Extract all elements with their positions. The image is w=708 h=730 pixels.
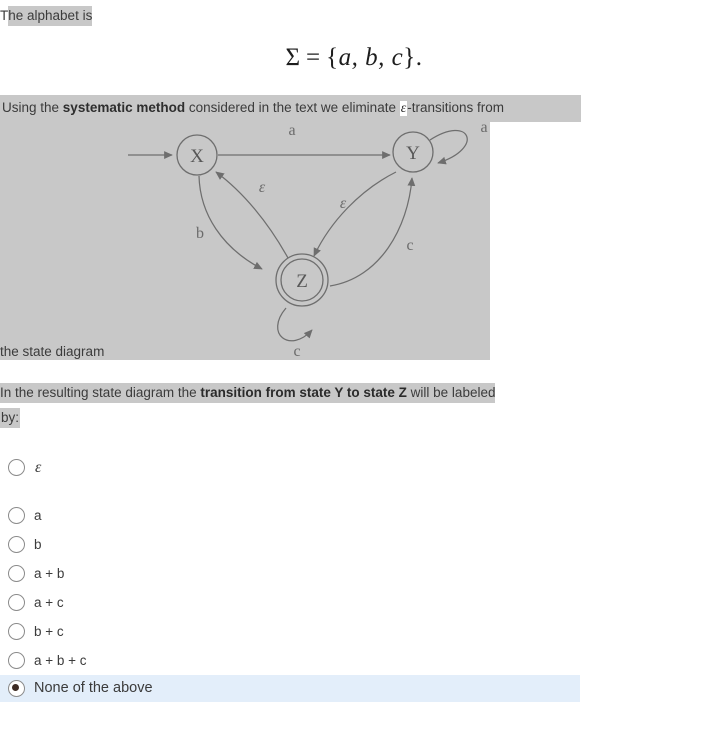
edge-x-to-z <box>198 175 263 270</box>
systematic-text-part1: Using the <box>2 100 63 115</box>
option-label-b: b <box>34 537 42 552</box>
diagram-caption: the state diagram <box>0 343 105 361</box>
equation-close-brace: } <box>403 44 416 71</box>
answer-options-group[interactable]: ε a b a + b a + c b + c a + b + c None o… <box>0 455 708 702</box>
alphabet-equation: Σ = {a, b, c}. <box>0 44 708 72</box>
edge-label-z-y-c: c <box>406 237 413 254</box>
radio-a-plus-b-plus-c[interactable] <box>8 652 25 669</box>
edge-y-self-loop <box>429 129 468 165</box>
equation-items: a, b, c <box>338 44 404 71</box>
equation-open-brace: { <box>326 44 339 71</box>
radio-b-plus-c[interactable] <box>8 623 25 640</box>
state-diagram-svg: X Y Z a a b ε ε c c <box>128 119 488 360</box>
edge-label-z-x-epsilon: ε <box>259 179 266 196</box>
question-paragraph: In the resulting state diagram the trans… <box>0 382 573 428</box>
option-row-none-of-the-above[interactable]: None of the above <box>0 675 580 702</box>
edge-y-to-z-epsilon <box>313 171 397 257</box>
option-label-a-plus-b-plus-c: a + b + c <box>34 653 87 668</box>
radio-a-plus-c[interactable] <box>8 594 25 611</box>
question-text-line2: by: <box>0 408 21 428</box>
option-row-a-plus-b[interactable]: a + b <box>0 559 708 588</box>
edge-z-self-loop <box>277 307 313 342</box>
state-label-z: Z <box>296 271 308 292</box>
question-bold-phrase: transition from state Y to state Z <box>200 385 407 400</box>
radio-epsilon[interactable] <box>8 459 25 476</box>
option-label-a: a <box>34 508 42 523</box>
option-row-epsilon[interactable]: ε <box>0 455 708 501</box>
state-label-x: X <box>190 146 204 167</box>
state-diagram-panel: X Y Z a a b ε ε c c <box>0 118 490 360</box>
radio-a-plus-b[interactable] <box>8 565 25 582</box>
option-label-a-plus-b: a + b <box>34 566 65 581</box>
edge-label-x-y-a: a <box>288 122 295 139</box>
radio-b[interactable] <box>8 536 25 553</box>
edge-label-x-z-b: b <box>196 225 204 242</box>
state-label-y: Y <box>406 143 420 164</box>
intro-text-plain: T <box>0 8 9 23</box>
systematic-text-part3: -transitions from <box>407 100 505 115</box>
option-row-b-plus-c[interactable]: b + c <box>0 617 708 646</box>
radio-a[interactable] <box>8 507 25 524</box>
option-row-a[interactable]: a <box>0 501 708 530</box>
option-label-a-plus-c: a + c <box>34 595 64 610</box>
option-row-b[interactable]: b <box>0 530 708 559</box>
edge-label-z-self-c: c <box>293 343 300 360</box>
question-text-part1: In the resulting state diagram the <box>0 385 201 400</box>
option-row-a-plus-b-plus-c[interactable]: a + b + c <box>0 646 708 675</box>
radio-none-of-the-above[interactable] <box>8 680 25 697</box>
option-label-epsilon: ε <box>35 459 42 476</box>
intro-text-highlighted: he alphabet is <box>8 6 93 26</box>
question-text-part2: will be labeled <box>406 385 496 400</box>
diagram-caption-text: the state diagram <box>0 344 105 359</box>
option-row-a-plus-c[interactable]: a + c <box>0 588 708 617</box>
equation-period: . <box>415 44 423 71</box>
systematic-bold-phrase: systematic method <box>62 100 186 115</box>
edge-label-y-self-a: a <box>480 119 487 136</box>
edge-z-to-x-epsilon <box>215 171 289 259</box>
equation-sigma: Σ <box>285 44 301 71</box>
edge-label-y-z-epsilon: ε <box>340 195 347 212</box>
option-label-none-of-the-above: None of the above <box>34 680 153 696</box>
systematic-text-part2: considered in the text we eliminate <box>185 100 400 115</box>
equation-equals: = <box>306 44 321 71</box>
option-label-b-plus-c: b + c <box>34 624 64 639</box>
intro-paragraph: The alphabet is <box>0 6 93 26</box>
